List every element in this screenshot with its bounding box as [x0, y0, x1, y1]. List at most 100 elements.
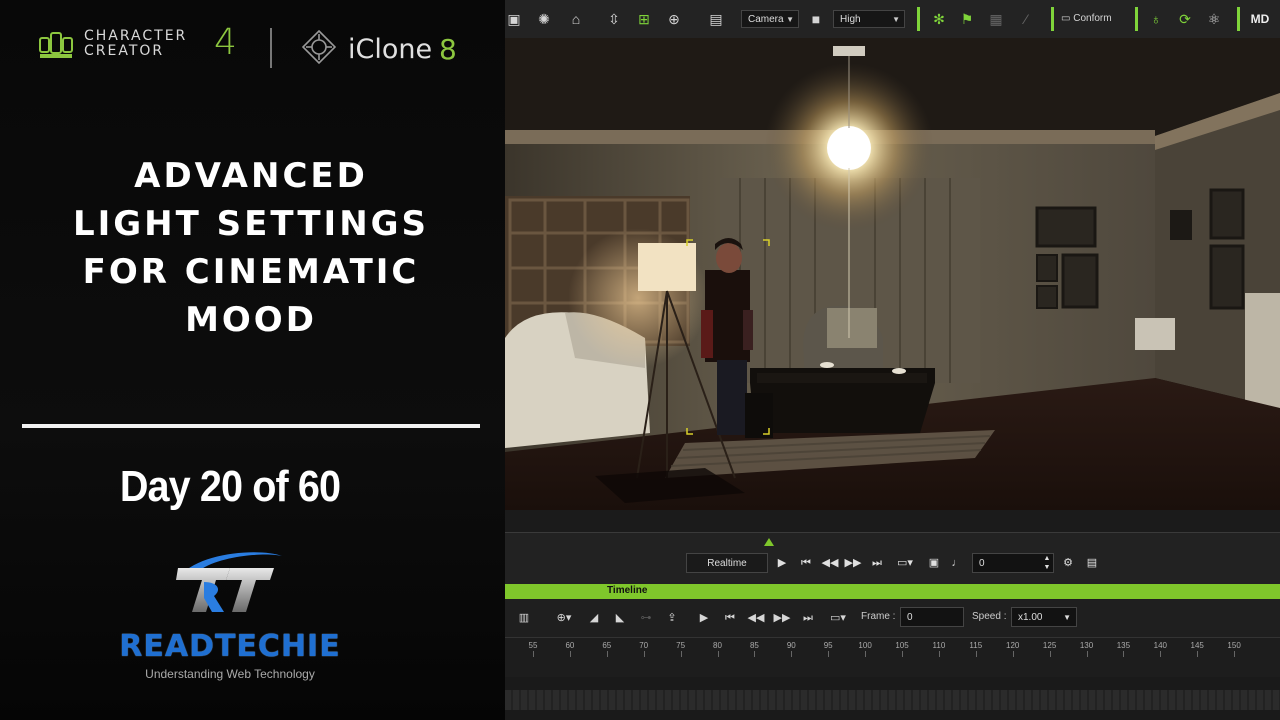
motion-icon[interactable]: ⟳	[1174, 9, 1196, 29]
toolbar-separator	[1051, 7, 1054, 31]
ruler-tick-label: 70	[639, 641, 649, 650]
ruler-tick-label: 85	[749, 641, 759, 650]
atom-icon[interactable]: ⚛	[1203, 9, 1225, 29]
select-icon[interactable]: ⊞	[633, 9, 655, 29]
ruler-tick-mark	[717, 651, 719, 657]
md-icon[interactable]: MD	[1245, 9, 1275, 29]
ruler-tick-label: 95	[823, 641, 833, 650]
loop-mode-icon[interactable]: ▭▾	[893, 554, 917, 572]
viewport-toolbar: ▣ ✺ ⌂ ⇳ ⊞ ⊕ ▤ Camera ▼ ■ High ▼ ✻ ⚑ ▦ ⁄ ▭ …	[505, 0, 1280, 39]
speed-select[interactable]: x1.00 ▼	[1011, 607, 1077, 627]
video-camera-icon[interactable]: ■	[805, 9, 827, 29]
ruler-tick-mark	[1234, 651, 1236, 657]
chevron-down-icon: ▼	[1063, 613, 1071, 622]
play-icon[interactable]: ▶	[772, 554, 792, 572]
camera-select[interactable]: Camera ▼	[741, 10, 799, 28]
audio-icon[interactable]: ♩	[947, 554, 967, 572]
fit-view-icon[interactable]: ⇳	[603, 9, 625, 29]
key-left-icon[interactable]: ◢	[584, 609, 604, 627]
ruler-tick-mark	[606, 651, 608, 657]
conform-button[interactable]: ▭ Conform	[1061, 9, 1121, 29]
toolbar-separator	[1135, 7, 1138, 31]
target-icon[interactable]: ⊕	[663, 9, 685, 29]
iclone-wordmark: iClone	[348, 34, 433, 65]
quality-select[interactable]: High ▼	[833, 10, 905, 28]
go-to-start-icon[interactable]: ⏮	[796, 554, 816, 572]
day-label: Day 20 of 60	[119, 462, 341, 511]
timeline-play-icon[interactable]: ▶	[694, 609, 714, 627]
pin-icon[interactable]: ⁄	[1015, 9, 1037, 29]
ruler-tick-mark	[1197, 651, 1199, 657]
timeline-end-icon[interactable]: ⏭	[798, 609, 818, 627]
ruler-tick-label: 110	[932, 641, 946, 650]
previous-frame-icon[interactable]: ◀◀	[820, 554, 840, 572]
layers-icon[interactable]: ▤	[705, 9, 727, 29]
subtitle-icon[interactable]: ▣	[924, 554, 944, 572]
timeline-frame-field[interactable]: 0	[900, 607, 964, 627]
ruler-tick-mark	[1012, 651, 1014, 657]
character-pick-icon[interactable]: ✻	[928, 9, 950, 29]
ruler-tick-mark	[1049, 651, 1051, 657]
ruler-tick-mark	[975, 651, 977, 657]
key-disabled-icon[interactable]: ⊶	[636, 609, 656, 627]
ruler-tick-label: 60	[565, 641, 575, 650]
ruler-tick-label: 135	[1116, 641, 1131, 650]
timeline-track-strip[interactable]	[505, 690, 1280, 710]
ruler-tick-label: 120	[1006, 641, 1020, 650]
frame-stepper-icon[interactable]: ▲ ▼	[1042, 554, 1052, 572]
playback-scrubber[interactable]	[505, 510, 1280, 533]
timeline-next-icon[interactable]: ▶▶	[772, 609, 792, 627]
sun-light-icon[interactable]: ✺	[533, 9, 555, 29]
timeline-title: Timeline	[607, 585, 648, 596]
home-view-icon[interactable]: ⌂	[565, 9, 587, 29]
headline-line-1: ADVANCED	[134, 156, 368, 196]
cc-version: 4	[214, 22, 237, 63]
timeline-start-icon[interactable]: ⏮	[720, 609, 740, 627]
conform-icon: ▭	[1061, 13, 1074, 24]
3d-viewport[interactable]	[505, 38, 1280, 510]
toolbar-separator	[917, 7, 920, 31]
ruler-tick-mark	[938, 651, 940, 657]
readtechie-wordmark: READTECHIE	[119, 629, 341, 664]
headline-line-3: FOR CINEMATIC	[82, 252, 420, 292]
iclone-logo-icon	[302, 30, 336, 64]
export-icon[interactable]: ⇪	[662, 609, 682, 627]
next-frame-icon[interactable]: ▶▶	[843, 554, 863, 572]
camera-select-value: Camera	[748, 14, 784, 25]
playhead-marker-icon[interactable]	[764, 538, 774, 546]
flag-icon[interactable]: ⚑	[956, 9, 978, 29]
ruler-tick-mark	[1123, 651, 1125, 657]
probe-icon[interactable]: ♁	[1145, 9, 1167, 29]
chevron-down-icon: ▼	[892, 15, 900, 24]
timeline-loop-icon[interactable]: ▭▾	[826, 609, 850, 627]
character-creator-logo-icon	[39, 32, 73, 58]
timeline-prev-icon[interactable]: ◀◀	[746, 609, 766, 627]
ruler-tick-label: 145	[1190, 641, 1204, 650]
chevron-down-icon: ▼	[786, 15, 794, 24]
ruler-tick-label: 140	[1153, 641, 1167, 650]
zoom-icon[interactable]: ⊕▾	[552, 609, 576, 627]
realtime-button[interactable]: Realtime	[686, 553, 768, 573]
track-list-icon[interactable]: ▥	[514, 609, 534, 627]
ruler-tick-mark	[1160, 651, 1162, 657]
key-right-icon[interactable]: ◣	[610, 609, 630, 627]
speed-select-value: x1.00	[1018, 612, 1043, 623]
go-to-end-icon[interactable]: ⏭	[867, 554, 887, 572]
ruler-tick-label: 105	[895, 641, 909, 650]
readtechie-tagline: Understanding Web Technology	[145, 667, 315, 681]
headline-line-4: MOOD	[185, 300, 317, 340]
ruler-tick-mark	[828, 651, 830, 657]
ruler-tick-mark	[643, 651, 645, 657]
divider	[22, 424, 480, 428]
panel-menu-icon[interactable]: ▤	[1082, 554, 1102, 572]
headline-line-2: LIGHT SETTINGS	[72, 204, 430, 244]
toolbar-separator	[1237, 7, 1240, 31]
ruler-tick-mark	[533, 651, 534, 657]
ruler-tick-mark	[569, 651, 571, 657]
conform-label: Conform	[1073, 13, 1112, 24]
settings-gear-icon[interactable]: ⚙	[1058, 554, 1078, 572]
panel-toggle-icon[interactable]: ▣	[503, 9, 525, 29]
clipboard-icon[interactable]: ▦	[985, 9, 1007, 29]
ruler-tick-mark	[754, 651, 756, 657]
ruler-tick-mark	[791, 651, 793, 657]
